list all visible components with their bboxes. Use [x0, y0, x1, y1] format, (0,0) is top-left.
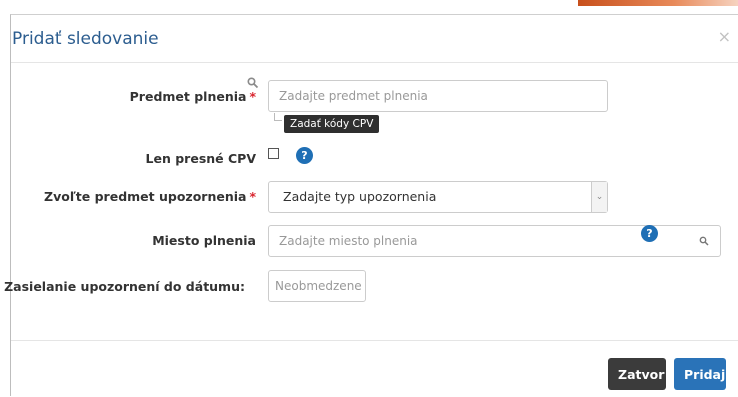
until-date-label: Zasielanie upozornení do dátumu: [4, 279, 245, 294]
search-icon[interactable] [699, 236, 709, 246]
exact-cpv-checkbox[interactable] [268, 148, 279, 159]
magnifier-icon[interactable] [247, 77, 259, 89]
background-accent-bar [578, 0, 738, 6]
until-date-input[interactable]: Neobmedzene [268, 270, 366, 302]
alert-type-required-mark: * [249, 189, 256, 204]
subject-input[interactable]: Zadajte predmet plnenia [268, 80, 608, 112]
subject-required-mark: * [249, 89, 256, 104]
until-date-placeholder: Neobmedzene [275, 279, 362, 293]
alert-type-select[interactable]: Zadajte typ upozornenia ⌄ [268, 181, 608, 213]
location-placeholder: Zadajte miesto plnenia [279, 234, 418, 248]
close-button[interactable]: Zatvor [608, 358, 666, 390]
add-tracking-dialog: Pridať sledovanie × Predmet plnenia * Zad… [4, 14, 738, 397]
dialog-footer: Zatvor Pridaj [11, 340, 738, 397]
subject-label-text: Predmet plnenia [129, 89, 247, 104]
subject-label: Predmet plnenia * [130, 89, 256, 104]
exact-cpv-label: Len presné CPV [145, 151, 256, 166]
subject-placeholder: Zadajte predmet plnenia [279, 89, 428, 103]
close-icon[interactable]: × [718, 27, 731, 46]
chevron-down-icon[interactable]: ⌄ [591, 182, 607, 212]
dialog-header: Pridať sledovanie × [11, 15, 738, 63]
cpv-codes-link[interactable]: Zadať kódy CPV [284, 115, 380, 133]
background-page-strip [0, 0, 738, 14]
dialog-title: Pridať sledovanie [12, 29, 159, 49]
alert-type-selected: Zadajte typ upozornenia [283, 189, 437, 204]
location-help-icon[interactable]: ? [641, 225, 658, 242]
cpv-tree-connector [274, 113, 282, 121]
alert-type-label-text: Zvoľte predmet upozornenia [44, 189, 247, 204]
location-label: Miesto plnenia [152, 233, 256, 248]
exact-cpv-help-icon[interactable]: ? [296, 147, 313, 164]
add-button[interactable]: Pridaj [674, 358, 726, 390]
alert-type-label: Zvoľte predmet upozornenia * [44, 189, 256, 204]
